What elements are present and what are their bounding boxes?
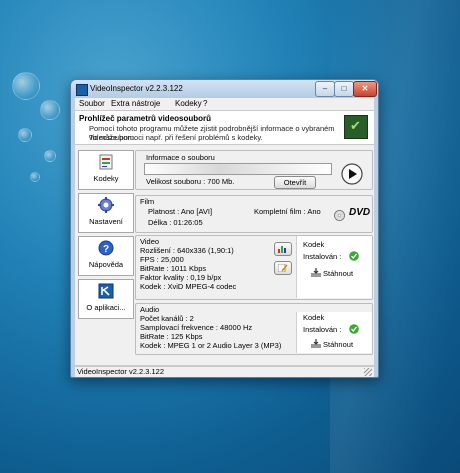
video-download-button[interactable]: Stáhnout [323, 269, 353, 278]
file-size-text: Velikost souboru : 700 Mb. [146, 177, 235, 186]
minimize-button[interactable]: – [315, 81, 335, 97]
video-resolution-text: Rozlišení : 640x336 (1,90:1) [140, 246, 234, 255]
audio-channels-text: Počet kanálů : 2 [140, 314, 194, 323]
video-group: Video Rozlišení : 640x336 (1,90:1) FPS :… [135, 235, 373, 300]
nav-o-aplikaci-label: O aplikaci... [86, 303, 126, 312]
menu-help[interactable]: ? [203, 99, 207, 108]
audio-samplerate-text: Samplovací frekvence : 48000 Hz [140, 323, 253, 332]
nav-napoveda-button[interactable]: ? Nápověda [78, 236, 134, 276]
desktop-bubble [44, 150, 56, 162]
close-button[interactable]: ✕ [353, 81, 377, 97]
video-label: Video [140, 237, 160, 246]
nav-nastaveni-label: Nastavení [89, 217, 123, 226]
video-codec-text: Kodek : XviD MPEG-4 codec [140, 282, 237, 291]
maximize-button[interactable]: □ [334, 81, 354, 97]
download-icon [311, 339, 321, 348]
check-ok-icon [349, 324, 359, 334]
video-codec-panel: Kodek Instalován : Stáhnout [296, 236, 372, 298]
film-complete-text: Kompletní film : Ano [254, 207, 321, 216]
audio-group: Audio Počet kanálů : 2 Samplovací frekve… [135, 303, 373, 355]
header-title: Prohlížeč parametrů videosouborů [79, 114, 212, 123]
audio-bitrate-text: BitRate : 125 Kbps [140, 332, 203, 341]
nav-kodeky-label: Kodeky [93, 174, 119, 183]
nav-kodeky-button[interactable]: Kodeky [78, 150, 134, 190]
video-edit-button[interactable] [274, 261, 292, 275]
status-text: VideoInspector v2.2.3.122 [77, 367, 165, 376]
window-title: VideoInspector v2.2.3.122 [90, 84, 183, 93]
header-description-line2: To může pomoci např. při řešení problémů… [89, 133, 263, 142]
svg-text:?: ? [103, 244, 109, 255]
video-fps-text: FPS : 25,000 [140, 255, 184, 264]
app-icon [76, 84, 88, 96]
video-chart-button[interactable] [274, 242, 292, 256]
film-group: Film Platnost : Ano [AVI] Kompletní film… [135, 195, 373, 233]
video-installed-label: Instalován : [303, 252, 342, 261]
audio-installed-label: Instalován : [303, 325, 342, 334]
video-bitrate-text: BitRate : 1011 Kbps [140, 264, 207, 273]
menu-soubor[interactable]: Soubor [79, 99, 105, 108]
app-window: VideoInspector v2.2.3.122 – □ ✕ Soubor E… [70, 79, 379, 378]
audio-download-button[interactable]: Stáhnout [323, 340, 353, 349]
menu-kodeky[interactable]: Kodeky [175, 99, 202, 108]
menu-bar: Soubor Extra nástroje Kodeky ? [75, 98, 374, 111]
info-header: Prohlížeč parametrů videosouborů Pomocí … [75, 111, 374, 145]
desktop-bubble [12, 72, 40, 100]
video-codec-title: Kodek [303, 240, 325, 249]
open-file-button[interactable]: Otevřít [274, 176, 316, 189]
file-info-group: Informace o souboru Velikost souboru : 7… [135, 150, 373, 190]
bar-chart-icon [278, 246, 286, 253]
nav-nastaveni-button[interactable]: Nastavení [78, 193, 134, 233]
codecs-icon [99, 154, 113, 170]
audio-codec-panel: Kodek Instalován : Stáhnout [296, 312, 372, 353]
menu-extra-nastroje[interactable]: Extra nástroje [111, 99, 160, 108]
audio-codec-text: Kodek : MPEG 1 or 2 Audio Layer 3 (MP3) [140, 341, 282, 350]
play-button[interactable] [341, 163, 363, 185]
nav-o-aplikaci-button[interactable]: O aplikaci... [78, 279, 134, 319]
help-icon: ? [98, 240, 114, 256]
video-quality-text: Faktor kvality : 0,19 b/px [140, 273, 222, 282]
audio-codec-title: Kodek [303, 313, 325, 322]
main-area: Prohlížeč parametrů videosouborů Pomocí … [75, 111, 374, 365]
film-label: Film [140, 197, 155, 206]
desktop-bubble [30, 172, 40, 182]
audio-label: Audio [140, 305, 160, 314]
desktop-bubble [18, 128, 32, 142]
check-ok-icon [349, 251, 359, 261]
status-bar: VideoInspector v2.2.3.122 [75, 366, 374, 377]
file-info-label: Informace o souboru [146, 153, 215, 162]
film-duration-text: Délka : 01:26:05 [148, 218, 203, 227]
dvd-logo: DVD [349, 207, 371, 218]
film-check-logo-icon [344, 115, 368, 139]
disc-icon [334, 210, 345, 221]
desktop-bubble [40, 100, 60, 120]
settings-gear-icon [98, 197, 114, 213]
file-path-field[interactable] [144, 163, 332, 175]
download-icon [311, 268, 321, 277]
edit-icon [278, 264, 288, 272]
about-icon [98, 283, 114, 299]
title-bar[interactable]: VideoInspector v2.2.3.122 – □ ✕ [71, 80, 378, 98]
resize-grip[interactable] [364, 368, 372, 376]
film-validity-text: Platnost : Ano [AVI] [148, 207, 213, 216]
nav-napoveda-label: Nápověda [88, 260, 124, 269]
